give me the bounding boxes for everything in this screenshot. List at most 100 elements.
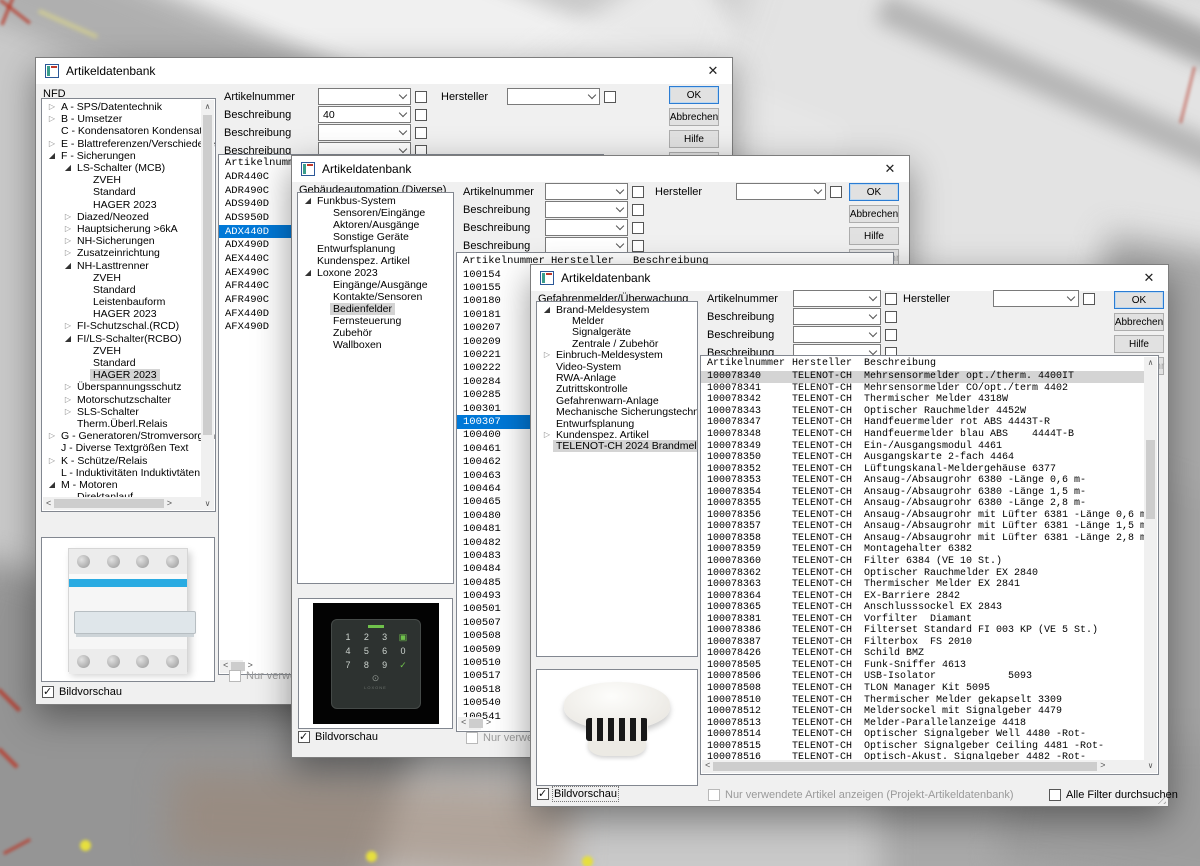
tree-item[interactable]: Sensoren/Eingänge: [298, 207, 453, 219]
artikelnummer-combobox[interactable]: [793, 290, 881, 307]
chevron-down-icon[interactable]: [396, 89, 410, 104]
beschreibung-combobox[interactable]: [793, 326, 881, 343]
chevron-down-icon[interactable]: [866, 327, 880, 342]
list-row[interactable]: 100078353TELENOT-CHAnsaug-/Absaugrohr 63…: [701, 475, 1144, 487]
tree-collapsed-icon[interactable]: ▷: [62, 396, 74, 404]
horizontal-scrollbar[interactable]: <>: [702, 760, 1144, 773]
tree-collapsed-icon[interactable]: ▷: [62, 408, 74, 416]
tree-collapsed-icon[interactable]: ▷: [62, 237, 74, 245]
chevron-down-icon[interactable]: [396, 125, 410, 140]
beschreibung-combobox[interactable]: [545, 201, 628, 218]
hersteller-header[interactable]: Hersteller: [792, 358, 864, 369]
tree-item[interactable]: ▷Kundenspez. Artikel: [537, 429, 697, 440]
hersteller-combobox[interactable]: [736, 183, 826, 200]
tree-expanded-icon[interactable]: ◢: [302, 197, 314, 205]
tree-item[interactable]: ▷FI-Schutzschal.(RCD): [42, 320, 201, 332]
tree-item[interactable]: Gefahrenwarn-Anlage: [537, 395, 697, 406]
list-row[interactable]: 100078512TELENOT-CHMeldersockel mit Sign…: [701, 706, 1144, 718]
bildvorschau-checkbox[interactable]: [298, 731, 310, 743]
beschreibung-combobox[interactable]: [318, 124, 411, 141]
tree-item[interactable]: ▷G - Generatoren/Stromversorgungen: [42, 430, 201, 442]
tree-expanded-icon[interactable]: ◢: [62, 262, 74, 270]
chevron-down-icon[interactable]: [613, 184, 627, 199]
filter-checkbox[interactable]: [632, 186, 644, 198]
tree-item[interactable]: Signalgeräte: [537, 327, 697, 338]
tree-expanded-icon[interactable]: ◢: [62, 335, 74, 343]
beschreibung-combobox[interactable]: [793, 308, 881, 325]
list-row[interactable]: 100078386TELENOT-CHFilterset Standard FI…: [701, 625, 1144, 637]
chevron-down-icon[interactable]: [613, 202, 627, 217]
tree-item[interactable]: Kundenspez. Artikel: [298, 255, 453, 267]
tree-item[interactable]: ◢Brand-Meldesystem: [537, 304, 697, 315]
ok-button[interactable]: OK: [669, 86, 719, 104]
abbrechen-button[interactable]: Abbrechen: [1114, 313, 1164, 331]
tree-item[interactable]: ◢NH-Lasttrenner: [42, 259, 201, 271]
list-row[interactable]: 100078360TELENOT-CHFilter 6384 (VE 10 St…: [701, 556, 1144, 568]
chevron-down-icon[interactable]: [585, 89, 599, 104]
scroll-left-icon[interactable]: <: [461, 717, 466, 730]
tree-item[interactable]: ▷Einbruch-Meldesystem: [537, 350, 697, 361]
filter-checkbox[interactable]: [1083, 293, 1095, 305]
list-row[interactable]: 100078352TELENOT-CHLüftungskanal-Melderg…: [701, 463, 1144, 475]
list-row[interactable]: 100078341TELENOT-CHMehrsensormelder CO/o…: [701, 383, 1144, 395]
tree-collapsed-icon[interactable]: ▷: [62, 322, 74, 330]
hilfe-button[interactable]: Hilfe: [669, 130, 719, 148]
tree-item[interactable]: ▷K - Schütze/Relais: [42, 454, 201, 466]
list-row[interactable]: 100078343TELENOT-CHOptischer Rauchmelder…: [701, 406, 1144, 418]
tree-item[interactable]: ▷Diazed/Neozed: [42, 211, 201, 223]
list-row[interactable]: 100078513TELENOT-CHMelder-Parallelanzeig…: [701, 717, 1144, 729]
close-icon[interactable]: ✕: [880, 159, 900, 179]
scroll-right-icon[interactable]: >: [1100, 760, 1105, 773]
bildvorschau-checkbox[interactable]: [42, 686, 54, 698]
tree-item[interactable]: ▷SLS-Schalter: [42, 406, 201, 418]
filter-checkbox[interactable]: [415, 109, 427, 121]
artikelnummer-combobox[interactable]: [318, 88, 411, 105]
tree-item[interactable]: HAGER 2023: [42, 199, 201, 211]
tree-collapsed-icon[interactable]: ▷: [62, 249, 74, 257]
tree-item[interactable]: Standard: [42, 284, 201, 296]
tree-item[interactable]: L - Induktivitäten Induktivtäten: [42, 467, 201, 479]
tree-item[interactable]: ◢Funkbus-System: [298, 195, 453, 207]
tree-item[interactable]: ▷A - SPS/Datentechnik: [42, 101, 201, 113]
tree-item[interactable]: Standard: [42, 186, 201, 198]
scroll-down-icon[interactable]: ∨: [1144, 760, 1157, 773]
list-row[interactable]: 100078515TELENOT-CHOptischer Signalgeber…: [701, 741, 1144, 753]
list-row[interactable]: 100078426TELENOT-CHSchild BMZ: [701, 648, 1144, 660]
tree-expanded-icon[interactable]: ◢: [541, 306, 553, 314]
list-row[interactable]: 100078354TELENOT-CHAnsaug-/Absaugrohr 63…: [701, 486, 1144, 498]
tree-item[interactable]: Standard: [42, 357, 201, 369]
tree-item[interactable]: Zubehör: [298, 327, 453, 339]
close-icon[interactable]: ✕: [1139, 268, 1159, 288]
used-only-checkbox[interactable]: [229, 670, 241, 682]
hersteller-combobox[interactable]: [993, 290, 1079, 307]
artikelnummer-combobox[interactable]: [545, 183, 628, 200]
list-row[interactable]: 100078364TELENOT-CHEX-Barriere 2842: [701, 590, 1144, 602]
tree-expanded-icon[interactable]: ◢: [46, 481, 58, 489]
tree-collapsed-icon[interactable]: ▷: [46, 115, 58, 123]
scrollbar-thumb[interactable]: [469, 719, 482, 728]
tree-item[interactable]: ▷E - Blattreferenzen/Verschiedenes: [42, 138, 201, 150]
ok-button[interactable]: OK: [849, 183, 899, 201]
tree-item[interactable]: Direktanlauf: [42, 491, 201, 503]
tree-collapsed-icon[interactable]: ▷: [62, 383, 74, 391]
list-row[interactable]: 100078510TELENOT-CHThermischer Melder ge…: [701, 694, 1144, 706]
filter-checkbox[interactable]: [604, 91, 616, 103]
horizontal-scrollbar[interactable]: <>: [458, 717, 481, 730]
tree-item[interactable]: Video-System: [537, 361, 697, 372]
beschreibung-combobox[interactable]: [545, 219, 628, 236]
tree-item[interactable]: Sonstige Geräte: [298, 231, 453, 243]
chevron-down-icon[interactable]: [613, 220, 627, 235]
tree-item[interactable]: Aktoren/Ausgänge: [298, 219, 453, 231]
hilfe-button[interactable]: Hilfe: [849, 227, 899, 245]
list-row[interactable]: 100078514TELENOT-CHOptischer Signalgeber…: [701, 729, 1144, 741]
tree-item[interactable]: ◢LS-Schalter (MCB): [42, 162, 201, 174]
filter-checkbox[interactable]: [830, 186, 842, 198]
all-filters-checkbox[interactable]: [1049, 789, 1061, 801]
list-row[interactable]: 100078356TELENOT-CHAnsaug-/Absaugrohr mi…: [701, 510, 1144, 522]
tree-item[interactable]: Leistenbauform: [42, 296, 201, 308]
tree-expanded-icon[interactable]: ◢: [302, 269, 314, 277]
list-row[interactable]: 100078340TELENOT-CHMehrsensormelder opt.…: [701, 371, 1144, 383]
scroll-left-icon[interactable]: <: [705, 760, 710, 773]
beschreibung-combobox[interactable]: 40: [318, 106, 411, 123]
hilfe-button[interactable]: Hilfe: [1114, 335, 1164, 353]
